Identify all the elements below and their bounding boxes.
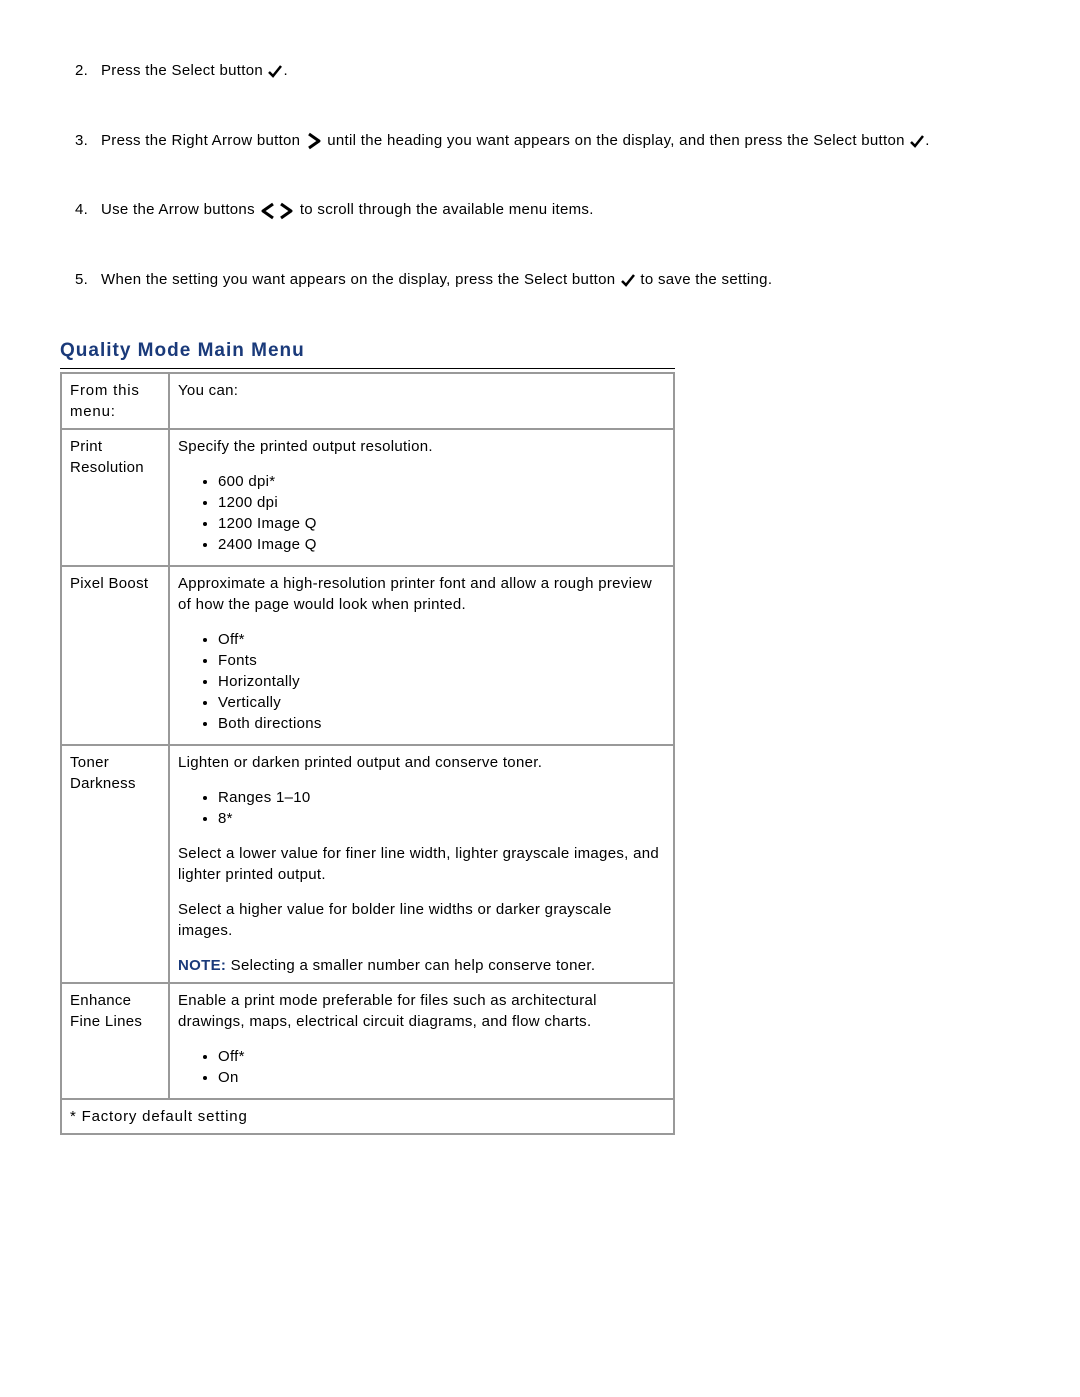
option-item: Both directions: [218, 713, 665, 734]
step-content: Press the Right Arrow button until the h…: [101, 130, 1020, 152]
option-item: 2400 Image Q: [218, 534, 665, 555]
row-paragraph: Select a lower value for finer line widt…: [178, 843, 665, 885]
option-item: Off*: [218, 1046, 665, 1067]
row-label: Toner Darkness: [61, 745, 169, 983]
instruction-steps: 2. Press the Select button . 3. Press th…: [60, 60, 1020, 290]
option-item: On: [218, 1067, 665, 1088]
row-content: Lighten or darken printed output and con…: [169, 745, 674, 983]
table-row: Pixel Boost Approximate a high-resolutio…: [61, 566, 674, 745]
step-content: Use the Arrow buttons to scroll through …: [101, 199, 1020, 221]
option-item: Ranges 1–10: [218, 787, 665, 808]
step-4: 4. Use the Arrow buttons to scroll throu…: [60, 199, 1020, 221]
option-item: 600 dpi*: [218, 471, 665, 492]
row-content: Specify the printed output resolution. 6…: [169, 429, 674, 566]
step-2: 2. Press the Select button .: [60, 60, 1020, 82]
option-item: Horizontally: [218, 671, 665, 692]
option-list: 600 dpi* 1200 dpi 1200 Image Q 2400 Imag…: [178, 471, 665, 555]
header-left: From this menu:: [61, 373, 169, 429]
checkmark-icon: [909, 130, 925, 151]
table-header-row: From this menu: You can:: [61, 373, 674, 429]
step-number: 4.: [75, 199, 101, 221]
section-heading: Quality Mode Main Menu: [60, 338, 675, 369]
right-arrow-icon: [305, 130, 323, 151]
header-right: You can:: [169, 373, 674, 429]
left-right-arrow-icon: [259, 200, 295, 221]
row-label: Pixel Boost: [61, 566, 169, 745]
step-number: 2.: [75, 60, 101, 82]
row-label: Print Resolution: [61, 429, 169, 566]
option-item: Fonts: [218, 650, 665, 671]
note-label: NOTE:: [178, 957, 231, 974]
row-note: NOTE: Selecting a smaller number can hel…: [178, 955, 665, 976]
step-content: When the setting you want appears on the…: [101, 269, 1020, 291]
option-item: 8*: [218, 808, 665, 829]
option-list: Ranges 1–10 8*: [178, 787, 665, 829]
option-list: Off* Fonts Horizontally Vertically Both …: [178, 629, 665, 734]
step-3: 3. Press the Right Arrow button until th…: [60, 130, 1020, 152]
option-list: Off* On: [178, 1046, 665, 1088]
table-row: Toner Darkness Lighten or darken printed…: [61, 745, 674, 983]
row-paragraph: Select a higher value for bolder line wi…: [178, 899, 665, 941]
checkmark-icon: [620, 269, 636, 290]
checkmark-icon: [267, 61, 283, 82]
option-item: Vertically: [218, 692, 665, 713]
row-content: Enable a print mode preferable for files…: [169, 983, 674, 1099]
table-footer-row: * Factory default setting: [61, 1099, 674, 1134]
row-content: Approximate a high-resolution printer fo…: [169, 566, 674, 745]
step-5: 5. When the setting you want appears on …: [60, 269, 1020, 291]
step-number: 5.: [75, 269, 101, 291]
table-row: Enhance Fine Lines Enable a print mode p…: [61, 983, 674, 1099]
option-item: 1200 Image Q: [218, 513, 665, 534]
table-row: Print Resolution Specify the printed out…: [61, 429, 674, 566]
option-item: Off*: [218, 629, 665, 650]
option-item: 1200 dpi: [218, 492, 665, 513]
step-number: 3.: [75, 130, 101, 152]
footer-note: * Factory default setting: [61, 1099, 674, 1134]
quality-mode-table: From this menu: You can: Print Resolutio…: [60, 372, 675, 1135]
step-content: Press the Select button .: [101, 60, 1020, 82]
row-label: Enhance Fine Lines: [61, 983, 169, 1099]
